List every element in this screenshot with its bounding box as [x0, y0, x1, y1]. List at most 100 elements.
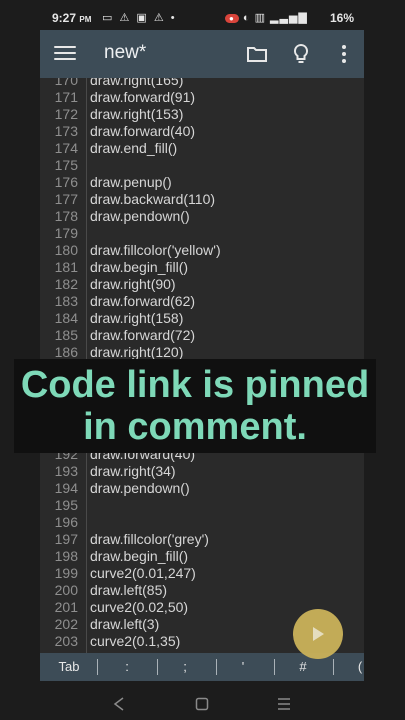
- code-line[interactable]: 197 draw.fillcolor('grey'): [40, 531, 364, 548]
- line-code: draw.right(153): [90, 106, 184, 122]
- line-number: 175: [54, 157, 78, 173]
- line-number: 174: [54, 140, 78, 156]
- line-number: 194: [54, 480, 78, 496]
- line-number: 193: [54, 463, 78, 479]
- code-line[interactable]: 200 draw.left(85): [40, 582, 364, 599]
- key-separator: [274, 659, 275, 675]
- caption-line-2: in comment.: [83, 406, 307, 448]
- key-semicolon[interactable]: ;: [170, 653, 200, 681]
- line-number: 170: [54, 78, 78, 88]
- line-number: 182: [54, 276, 78, 292]
- line-number: 180: [54, 242, 78, 258]
- code-line[interactable]: 179: [40, 225, 364, 242]
- key-separator: [157, 659, 158, 675]
- caption-overlay: Code link is pinned in comment.: [14, 359, 376, 453]
- code-line[interactable]: 184 draw.right(158): [40, 310, 364, 327]
- line-code: draw.forward(40): [90, 123, 196, 139]
- line-code: draw.end_fill(): [90, 140, 178, 156]
- key-separator: [333, 659, 334, 675]
- menu-icon[interactable]: [54, 42, 76, 64]
- line-code: draw.fillcolor('yellow'): [90, 242, 221, 258]
- line-number: 178: [54, 208, 78, 224]
- code-line[interactable]: 175: [40, 157, 364, 174]
- line-code: draw.pendown(): [90, 208, 190, 224]
- system-nav-bar: [0, 690, 405, 720]
- key-colon[interactable]: :: [112, 653, 142, 681]
- key-paren[interactable]: (: [350, 653, 364, 681]
- code-line[interactable]: 183 draw.forward(62): [40, 293, 364, 310]
- home-icon[interactable]: [195, 696, 209, 712]
- code-line[interactable]: 180 draw.fillcolor('yellow'): [40, 242, 364, 259]
- code-line[interactable]: 170 draw.right(165): [40, 78, 364, 89]
- code-line[interactable]: 177 draw.backward(110): [40, 191, 364, 208]
- line-code: draw.right(34): [90, 463, 176, 479]
- line-code: curve2(0.01,247): [90, 565, 196, 581]
- line-number: 183: [54, 293, 78, 309]
- code-line[interactable]: 196: [40, 514, 364, 531]
- line-code: draw.begin_fill(): [90, 548, 189, 564]
- line-code: draw.forward(62): [90, 293, 196, 309]
- line-code: draw.forward(72): [90, 327, 196, 343]
- code-line[interactable]: 193 draw.right(34): [40, 463, 364, 480]
- line-code: draw.left(3): [90, 616, 160, 632]
- app-toolbar: new*: [40, 30, 364, 78]
- code-line[interactable]: 171 draw.forward(91): [40, 89, 364, 106]
- line-code: curve2(0.1,35): [90, 633, 181, 649]
- lightbulb-icon[interactable]: [289, 42, 313, 66]
- line-number: 200: [54, 582, 78, 598]
- line-code: draw.forward(91): [90, 89, 196, 105]
- key-separator: [216, 659, 217, 675]
- caption-line-1: Code link is pinned: [20, 364, 370, 406]
- code-line[interactable]: 199 curve2(0.01,247): [40, 565, 364, 582]
- line-number: 201: [54, 599, 78, 615]
- line-number: 171: [54, 89, 78, 105]
- back-icon[interactable]: [112, 696, 126, 712]
- code-line[interactable]: 173 draw.forward(40): [40, 123, 364, 140]
- status-bar: 9:27 PM ▭ ⚠ ▣ ⚠ • ● ◐ ▥ ▂▃▅▇ 16%: [0, 0, 405, 34]
- line-code: draw.penup(): [90, 174, 172, 190]
- code-line[interactable]: 176 draw.penup(): [40, 174, 364, 191]
- line-number: 185: [54, 327, 78, 343]
- run-button[interactable]: [293, 609, 343, 659]
- line-number: 203: [54, 633, 78, 649]
- line-code: draw.pendown(): [90, 480, 190, 496]
- line-number: 177: [54, 191, 78, 207]
- line-number: 197: [54, 531, 78, 547]
- line-code: draw.right(90): [90, 276, 176, 292]
- line-code: draw.right(158): [90, 310, 184, 326]
- battery-level: 16%: [330, 11, 355, 25]
- line-number: 173: [54, 123, 78, 139]
- line-number: 176: [54, 174, 78, 190]
- key-quote[interactable]: ': [228, 653, 258, 681]
- code-line[interactable]: 172 draw.right(153): [40, 106, 364, 123]
- line-code: draw.fillcolor('grey'): [90, 531, 209, 547]
- code-line[interactable]: 185 draw.forward(72): [40, 327, 364, 344]
- key-tab[interactable]: Tab: [50, 653, 88, 681]
- code-line[interactable]: 182 draw.right(90): [40, 276, 364, 293]
- status-time: 9:27 PM: [52, 11, 92, 25]
- line-number: 198: [54, 548, 78, 564]
- line-code: curve2(0.02,50): [90, 599, 189, 615]
- folder-icon[interactable]: [245, 42, 269, 66]
- line-number: 196: [54, 514, 78, 530]
- more-options-icon[interactable]: [332, 42, 356, 66]
- code-line[interactable]: 198 draw.begin_fill(): [40, 548, 364, 565]
- line-number: 202: [54, 616, 78, 632]
- code-line[interactable]: 195: [40, 497, 364, 514]
- code-line[interactable]: 194 draw.pendown(): [40, 480, 364, 497]
- line-code: draw.begin_fill(): [90, 259, 189, 275]
- code-line[interactable]: 178 draw.pendown(): [40, 208, 364, 225]
- line-number: 199: [54, 565, 78, 581]
- play-icon: [313, 627, 324, 641]
- key-separator: [97, 659, 98, 675]
- line-number: 179: [54, 225, 78, 241]
- notification-icons: ▭ ⚠ ▣ ⚠ •: [102, 12, 177, 24]
- line-code: draw.left(85): [90, 582, 168, 598]
- code-line[interactable]: 174 draw.end_fill(): [40, 140, 364, 157]
- code-line[interactable]: 181 draw.begin_fill(): [40, 259, 364, 276]
- recents-icon[interactable]: [277, 696, 291, 712]
- line-code: draw.backward(110): [90, 191, 216, 207]
- line-number: 184: [54, 310, 78, 326]
- record-icon: ●: [225, 14, 239, 23]
- line-number: 172: [54, 106, 78, 122]
